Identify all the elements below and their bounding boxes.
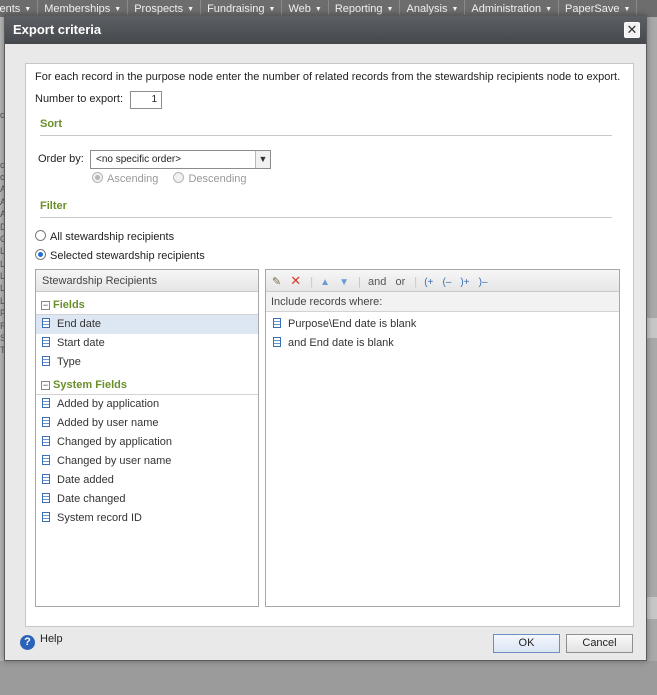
field-icon <box>42 455 50 465</box>
toolbar-separator: | <box>414 276 418 288</box>
criteria-panel: ✎ ✕ | ▲ ▼ | and or | (+ (– )+ )– Include… <box>265 269 620 607</box>
field-icon <box>42 474 50 484</box>
field-item-date-added[interactable]: Date added <box>36 471 258 490</box>
field-item-end-date[interactable]: End date <box>36 315 258 334</box>
descending-radio[interactable] <box>173 172 185 183</box>
fields-panel-header: Stewardship Recipients <box>36 270 258 292</box>
dialog-titlebar: Export criteria ✕ <box>5 16 646 44</box>
number-to-export-label: Number to export: <box>35 93 124 105</box>
help-icon: ? <box>20 635 35 650</box>
field-item-changed-by-application[interactable]: Changed by application <box>36 433 258 452</box>
ascending-radio[interactable] <box>92 172 103 183</box>
descending-option[interactable]: Descending <box>173 172 247 185</box>
criteria-item[interactable]: and End date is blank <box>266 334 619 353</box>
sort-section-header: Sort <box>40 118 612 136</box>
move-down-icon[interactable]: ▼ <box>339 272 349 294</box>
filter-selected-radio[interactable] <box>35 249 46 260</box>
field-item-start-date[interactable]: Start date <box>36 334 258 353</box>
field-icon <box>42 417 50 427</box>
open-parenthesis-not-button[interactable]: (– <box>442 272 451 294</box>
close-parenthesis-and-button[interactable]: )+ <box>460 272 469 294</box>
intro-text: For each record in the purpose node ente… <box>35 71 621 83</box>
criteria-item[interactable]: Purpose\End date is blank <box>266 315 619 334</box>
or-button[interactable]: or <box>395 271 405 293</box>
filter-selected-option[interactable]: Selected stewardship recipients <box>35 249 205 262</box>
field-icon <box>273 337 281 347</box>
fields-tree-panel: Stewardship Recipients − Fields End date … <box>35 269 259 607</box>
filter-all-radio[interactable] <box>35 230 46 241</box>
field-icon <box>42 493 50 503</box>
field-item-changed-by-user-name[interactable]: Changed by user name <box>36 452 258 471</box>
order-by-label: Order by: <box>38 153 84 165</box>
field-icon <box>273 318 281 328</box>
export-criteria-dialog: Export criteria ✕ For each record in the… <box>4 15 647 661</box>
and-button[interactable]: and <box>368 271 386 293</box>
toolbar-separator: | <box>358 276 361 288</box>
fields-group-header[interactable]: − Fields <box>36 296 258 315</box>
toolbar-separator: | <box>310 276 314 288</box>
filter-all-option[interactable]: All stewardship recipients <box>35 230 174 243</box>
ok-button[interactable]: OK <box>493 634 560 653</box>
format-icon[interactable]: ✎ <box>272 271 281 293</box>
criteria-header: Include records where: <box>266 292 619 312</box>
ascending-option[interactable]: Ascending <box>92 172 158 185</box>
dialog-content: For each record in the purpose node ente… <box>25 63 634 627</box>
collapse-icon[interactable]: − <box>41 301 50 310</box>
criteria-list: Purpose\End date is blank and End date i… <box>266 312 619 353</box>
field-icon <box>42 318 50 328</box>
number-to-export-input[interactable]: 1 <box>130 91 162 109</box>
background-bottom-strip <box>0 661 657 695</box>
field-icon <box>42 356 50 366</box>
sort-direction-options: Ascending Descending <box>92 172 259 185</box>
criteria-toolbar: ✎ ✕ | ▲ ▼ | and or | (+ (– )+ )– <box>266 270 619 292</box>
field-icon <box>42 398 50 408</box>
field-item-type[interactable]: Type <box>36 353 258 372</box>
field-icon <box>42 337 50 347</box>
field-icon <box>42 512 50 522</box>
order-by-value: <no specific order> <box>96 154 182 165</box>
background-right-strip <box>647 17 657 695</box>
field-item-added-by-application[interactable]: Added by application <box>36 395 258 414</box>
close-icon[interactable]: ✕ <box>624 22 640 38</box>
close-parenthesis-not-button[interactable]: )– <box>479 272 488 294</box>
help-link[interactable]: ? Help <box>20 633 63 650</box>
filter-section-header: Filter <box>40 200 612 218</box>
field-item-date-changed[interactable]: Date changed <box>36 490 258 509</box>
order-by-select[interactable]: <no specific order> ▼ <box>90 150 271 169</box>
dialog-title: Export criteria <box>13 22 102 37</box>
chevron-down-icon[interactable]: ▼ <box>255 151 270 168</box>
field-icon <box>42 436 50 446</box>
delete-icon[interactable]: ✕ <box>290 270 301 292</box>
system-fields-group-header[interactable]: − System Fields <box>36 376 258 395</box>
cancel-button[interactable]: Cancel <box>566 634 633 653</box>
field-item-system-record-id[interactable]: System record ID <box>36 509 258 528</box>
collapse-icon[interactable]: − <box>41 381 50 390</box>
move-up-icon[interactable]: ▲ <box>320 272 330 294</box>
open-parenthesis-and-button[interactable]: (+ <box>424 272 433 294</box>
field-item-added-by-user-name[interactable]: Added by user name <box>36 414 258 433</box>
